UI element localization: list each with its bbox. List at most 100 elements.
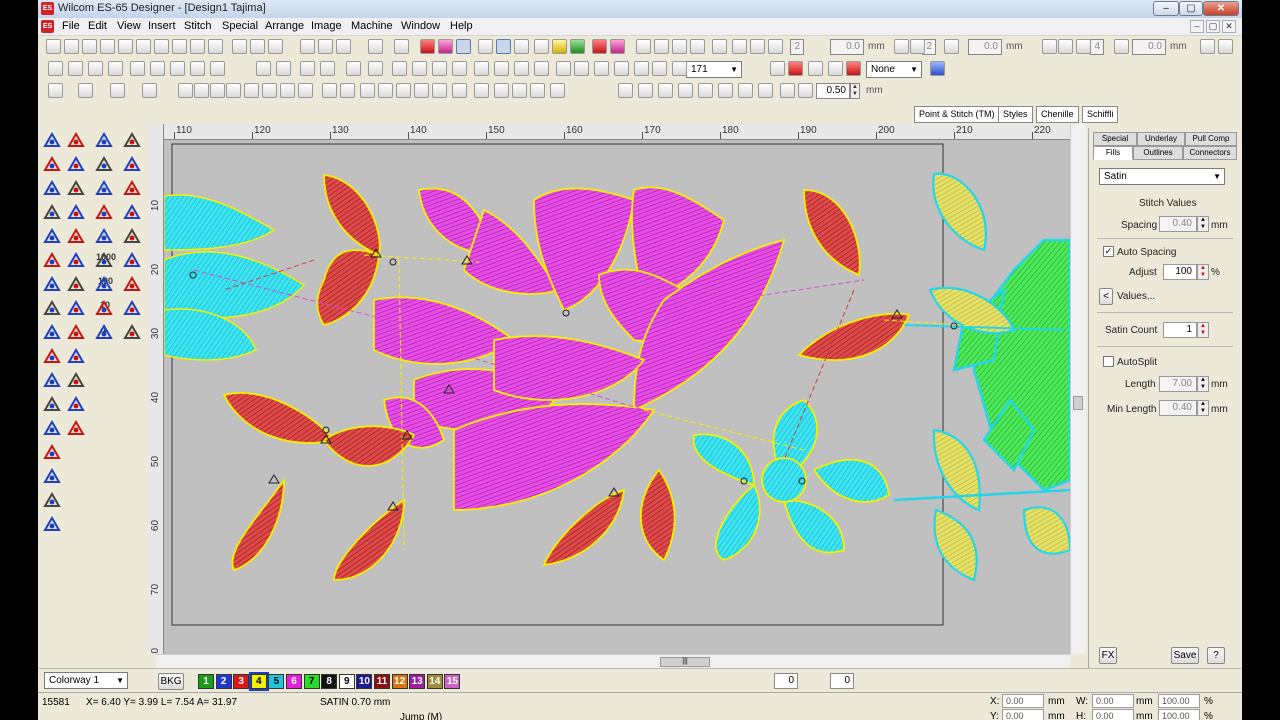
tab-outlines[interactable]: Outlines xyxy=(1133,146,1183,160)
digitize-tool-icon-1-2[interactable] xyxy=(94,154,114,174)
row3-tool-icon-10[interactable] xyxy=(262,83,277,98)
row1-tool-icon-22[interactable] xyxy=(478,39,493,54)
row1-tool-icon-1[interactable] xyxy=(46,39,61,54)
row3-tool-icon-25[interactable] xyxy=(550,83,565,98)
adjust-input[interactable]: 100 xyxy=(1163,264,1197,280)
row3-tool-icon-18[interactable] xyxy=(414,83,429,98)
adjust-spinner[interactable]: ▲ ▼ xyxy=(1197,264,1209,280)
row1-tool-icon-13[interactable] xyxy=(268,39,283,54)
digitize-tool-icon-8-1[interactable] xyxy=(66,322,86,342)
row2-tool-icon-3[interactable] xyxy=(88,61,103,76)
horizontal-scrollbar[interactable]: ||| xyxy=(156,654,1070,668)
colorbar-field-a[interactable]: 0 xyxy=(774,673,798,689)
color-swatch-4[interactable]: 4 xyxy=(248,672,269,691)
row1-tool-icon-27[interactable] xyxy=(570,39,585,54)
row2-tool-icon-10[interactable] xyxy=(256,61,271,76)
length-spinner[interactable]: ▲ ▼ xyxy=(1197,376,1209,392)
vertical-scrollbar[interactable] xyxy=(1070,124,1086,654)
row3-tool-icon-13[interactable] xyxy=(322,83,337,98)
color-swatch-14[interactable]: 14 xyxy=(426,674,443,689)
row2-tool-icon-23[interactable] xyxy=(534,61,549,76)
row1-tool-icon-25[interactable] xyxy=(534,39,549,54)
colorway-select[interactable]: Colorway 1 ▼ xyxy=(44,672,128,689)
digitize-tool-icon-6-0[interactable] xyxy=(42,274,62,294)
tab-pull-comp[interactable]: Pull Comp xyxy=(1185,132,1237,146)
row2-tool-icon-8[interactable] xyxy=(190,61,205,76)
digitize-tool-icon-7-2[interactable] xyxy=(94,298,114,318)
design-canvas[interactable] xyxy=(164,140,1070,654)
digitize-tool-icon-10-1[interactable] xyxy=(66,370,86,390)
close-button[interactable]: ✕ xyxy=(1203,1,1239,16)
toolbar-field-b[interactable]: 0.0 xyxy=(830,39,864,55)
row1-tool-icon-7[interactable] xyxy=(154,39,169,54)
digitize-tool-icon-4-1[interactable] xyxy=(66,226,86,246)
save-button[interactable]: Save xyxy=(1171,647,1199,664)
row1-tool-icon-5[interactable] xyxy=(118,39,133,54)
digitize-tool-icon-5-2[interactable] xyxy=(94,250,114,270)
digitize-tool-icon-3-1[interactable] xyxy=(66,202,86,222)
row2-tool-icon-2[interactable] xyxy=(68,61,83,76)
digitize-tool-icon-16-0[interactable] xyxy=(42,514,62,534)
row2-tool-icon-32[interactable] xyxy=(788,61,803,76)
row1-tool-icon-41[interactable] xyxy=(1042,39,1057,54)
menu-help[interactable]: Help xyxy=(450,20,473,32)
row1-tool-icon-11[interactable] xyxy=(232,39,247,54)
row1-tool-icon-33[interactable] xyxy=(690,39,705,54)
row2-tool-icon-25[interactable] xyxy=(574,61,589,76)
help-button[interactable]: ? xyxy=(1207,647,1225,664)
digitize-tool-icon-8-2[interactable] xyxy=(94,322,114,342)
vertical-scroll-thumb[interactable] xyxy=(1073,396,1083,410)
row1-tool-icon-4[interactable] xyxy=(100,39,115,54)
tab-special[interactable]: Special xyxy=(1093,132,1137,146)
row1-tool-icon-37[interactable] xyxy=(768,39,783,54)
digitize-tool-icon-8-0[interactable] xyxy=(42,322,62,342)
menu-special[interactable]: Special xyxy=(222,20,258,32)
digitize-tool-icon-14-0[interactable] xyxy=(42,466,62,486)
digitize-tool-icon-1-0[interactable] xyxy=(42,154,62,174)
width-percent-field[interactable]: 100.00 xyxy=(1158,694,1200,708)
row3-tool-icon-8[interactable] xyxy=(226,83,241,98)
row3-tool-icon-34[interactable] xyxy=(780,83,795,98)
color-swatch-2[interactable]: 2 xyxy=(215,674,232,689)
row2-tool-icon-12[interactable] xyxy=(300,61,315,76)
row1-tool-icon-32[interactable] xyxy=(672,39,687,54)
digitize-tool-icon-5-3[interactable] xyxy=(122,250,142,270)
row1-tool-icon-18[interactable] xyxy=(394,39,409,54)
digitize-tool-icon-12-1[interactable] xyxy=(66,418,86,438)
hoop-dropdown[interactable]: None ▼ xyxy=(866,61,922,78)
row2-tool-icon-7[interactable] xyxy=(170,61,185,76)
row2-tool-icon-17[interactable] xyxy=(412,61,427,76)
digitize-tool-icon-10-0[interactable] xyxy=(42,370,62,390)
menu-stitch[interactable]: Stitch xyxy=(184,20,212,32)
row2-tool-icon-33[interactable] xyxy=(808,61,823,76)
row2-tool-icon-6[interactable] xyxy=(150,61,165,76)
row3-tool-icon-30[interactable] xyxy=(698,83,713,98)
row2-tool-icon-13[interactable] xyxy=(320,61,335,76)
row3-tool-icon-3[interactable] xyxy=(110,83,125,98)
y-field[interactable]: 0.00 xyxy=(1002,709,1044,720)
spacing-field[interactable]: 0.50 xyxy=(816,83,850,99)
min-length-input[interactable]: 0.40 xyxy=(1159,400,1197,416)
digitize-tool-icon-9-0[interactable] xyxy=(42,346,62,366)
row1-tool-icon-28[interactable] xyxy=(592,39,607,54)
row2-tool-icon-27[interactable] xyxy=(614,61,629,76)
spacing-input[interactable]: 0.40 xyxy=(1159,216,1197,232)
menu-image[interactable]: Image xyxy=(311,20,342,32)
digitize-tool-icon-4-3[interactable] xyxy=(122,226,142,246)
row3-tool-icon-6[interactable] xyxy=(194,83,209,98)
color-swatch-13[interactable]: 13 xyxy=(409,674,426,689)
digitize-tool-icon-8-3[interactable] xyxy=(122,322,142,342)
row1-tool-icon-19[interactable] xyxy=(420,39,435,54)
digitize-tool-icon-9-1[interactable] xyxy=(66,346,86,366)
row2-tool-icon-26[interactable] xyxy=(594,61,609,76)
row2-tool-icon-20[interactable] xyxy=(474,61,489,76)
row3-tool-icon-29[interactable] xyxy=(678,83,693,98)
auto-spacing-checkbox[interactable]: ✓ xyxy=(1103,246,1114,257)
row3-tool-icon-35[interactable] xyxy=(798,83,813,98)
row3-tool-icon-20[interactable] xyxy=(452,83,467,98)
row2-tool-icon-22[interactable] xyxy=(514,61,529,76)
digitize-tool-icon-5-1[interactable] xyxy=(66,250,86,270)
digitize-tool-icon-7-1[interactable] xyxy=(66,298,86,318)
row3-tool-icon-27[interactable] xyxy=(638,83,653,98)
digitize-tool-icon-7-3[interactable] xyxy=(122,298,142,318)
